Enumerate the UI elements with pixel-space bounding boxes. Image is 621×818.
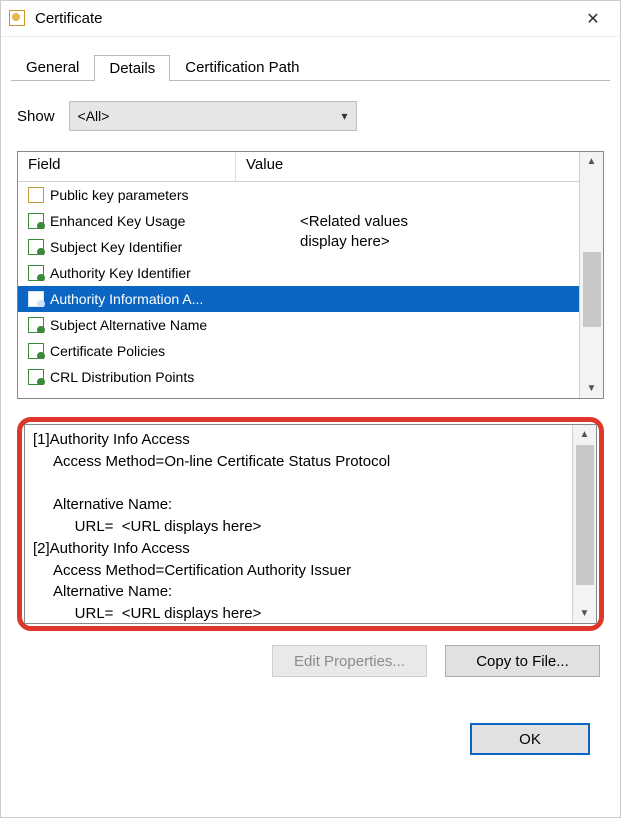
- show-label: Show: [17, 108, 55, 125]
- tab-strip: General Details Certification Path: [11, 51, 610, 81]
- edit-properties-button: Edit Properties...: [272, 645, 427, 677]
- list-row-label: Certificate Policies: [50, 343, 165, 359]
- ok-button[interactable]: OK: [470, 723, 590, 755]
- titlebar: Certificate ✕: [1, 1, 620, 37]
- list-row-label: Authority Information A...: [50, 291, 203, 307]
- extension-icon: [28, 213, 44, 229]
- tab-details[interactable]: Details: [94, 55, 170, 81]
- show-combobox[interactable]: <All> ▾: [69, 101, 357, 131]
- list-row[interactable]: Subject Alternative Name: [18, 312, 579, 338]
- list-row-label: CRL Distribution Points: [50, 369, 194, 385]
- list-scrollbar[interactable]: ▲ ▼: [579, 152, 603, 398]
- detail-text[interactable]: [1]Authority Info Access Access Method=O…: [25, 425, 572, 623]
- copy-to-file-button[interactable]: Copy to File...: [445, 645, 600, 677]
- show-filter-row: Show <All> ▾: [17, 101, 604, 131]
- extension-icon: [28, 239, 44, 255]
- col-field[interactable]: Field: [18, 152, 236, 181]
- list-row[interactable]: Enhanced Key Usage: [18, 208, 579, 234]
- detail-highlight-box: [1]Authority Info Access Access Method=O…: [17, 417, 604, 631]
- certificate-icon: [9, 10, 27, 28]
- list-row[interactable]: Public key parameters: [18, 182, 579, 208]
- dialog-footer: OK: [11, 677, 610, 769]
- detail-pane: [1]Authority Info Access Access Method=O…: [24, 424, 597, 624]
- extension-icon: [28, 265, 44, 281]
- detail-scrollbar[interactable]: ▲ ▼: [572, 425, 596, 623]
- button-row: Edit Properties... Copy to File...: [11, 645, 600, 677]
- window-title: Certificate: [35, 10, 572, 27]
- list-row-label: Subject Alternative Name: [50, 317, 207, 333]
- tab-certpath[interactable]: Certification Path: [170, 54, 314, 80]
- scroll-up-icon[interactable]: ▲: [587, 152, 597, 171]
- list-row[interactable]: Authority Key Identifier: [18, 260, 579, 286]
- chevron-down-icon: ▾: [342, 109, 348, 123]
- list-row-label: Subject Key Identifier: [50, 239, 182, 255]
- field-list: Field Value Public key parameters Enhance…: [17, 151, 604, 399]
- scroll-thumb[interactable]: [583, 252, 601, 327]
- list-row-label: Authority Key Identifier: [50, 265, 191, 281]
- close-button[interactable]: ✕: [572, 1, 614, 36]
- extension-icon: [28, 317, 44, 333]
- property-sheet-icon: [28, 187, 44, 203]
- scroll-down-icon[interactable]: ▼: [587, 379, 597, 398]
- extension-icon: [28, 369, 44, 385]
- list-row-label: Enhanced Key Usage: [50, 213, 185, 229]
- list-row[interactable]: CRL Distribution Points: [18, 364, 579, 390]
- list-row[interactable]: Certificate Policies: [18, 338, 579, 364]
- scroll-down-icon[interactable]: ▼: [580, 604, 590, 623]
- scroll-up-icon[interactable]: ▲: [580, 425, 590, 444]
- show-combobox-value: <All>: [78, 108, 110, 124]
- list-row-label: Public key parameters: [50, 187, 189, 203]
- list-header: Field Value: [18, 152, 579, 182]
- extension-icon: [28, 291, 44, 307]
- tab-general[interactable]: General: [11, 54, 94, 80]
- scroll-thumb[interactable]: [576, 445, 594, 585]
- certificate-dialog: Certificate ✕ General Details Certificat…: [0, 0, 621, 818]
- extension-icon: [28, 343, 44, 359]
- value-placeholder-note: <Related values display here>: [300, 212, 408, 253]
- col-value[interactable]: Value: [236, 152, 579, 181]
- list-row[interactable]: Authority Information A...: [18, 286, 579, 312]
- list-row[interactable]: Subject Key Identifier: [18, 234, 579, 260]
